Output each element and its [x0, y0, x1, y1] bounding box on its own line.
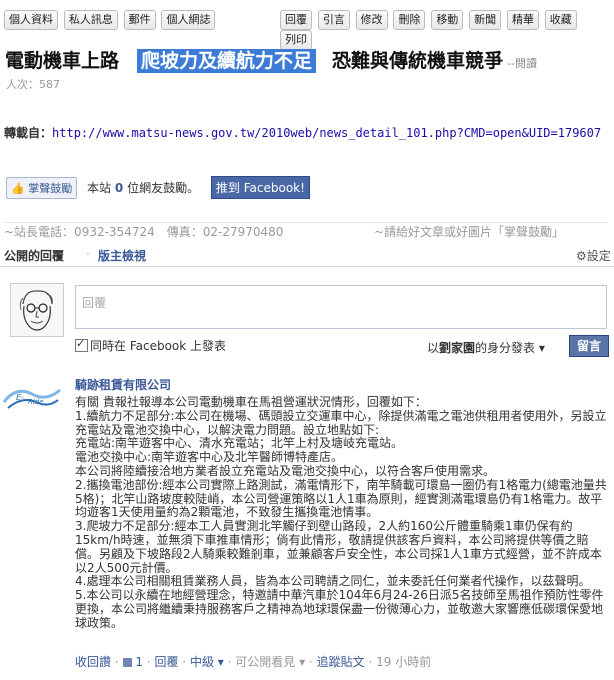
applause-count-text: 本站 0 位網友鼓勵。	[87, 179, 199, 196]
like-bar: 👍 掌聲鼓勵 本站 0 位網友鼓勵。 推到 Facebook!	[6, 176, 310, 199]
post-body: 有關 貴報社報導本公司電動機車在馬祖營運狀況情形，回覆如下： 1.續航力不足部分…	[75, 395, 611, 631]
repost-source: 轉載自：http://www.matsu-news.gov.tw/2010web…	[4, 124, 610, 143]
view-count: 人次：587	[6, 78, 60, 91]
mail-button[interactable]: 郵件	[123, 10, 156, 30]
visibility-dropdown[interactable]: 可公開看見 ▾	[235, 655, 305, 669]
tab-public-comments[interactable]: 公開的回覆	[4, 247, 64, 264]
post-paragraph: 本公司將陸續接洽地方業者設立充電站及電池交換中心，以符合客戶使用需求。	[75, 463, 496, 478]
post-author[interactable]: 騎跡租賃有限公司	[75, 376, 171, 393]
post-paragraph: 電池交換中心:南竿遊客中心及北竿醫師博特產店。	[75, 450, 344, 465]
avatar	[10, 283, 64, 337]
tab-admin-view[interactable]: 版主檢視	[98, 247, 146, 264]
company-logo-icon: E- Ride	[2, 382, 62, 414]
settings-link[interactable]: ⚙設定	[576, 247, 611, 264]
applause-button[interactable]: 👍 掌聲鼓勵	[6, 176, 78, 199]
blog-button[interactable]: 個人網誌	[161, 10, 216, 30]
svg-text:Ride: Ride	[28, 398, 44, 406]
title-right: 恐難與傳統機車競爭	[332, 50, 504, 72]
featured-button[interactable]: 精華	[506, 10, 539, 30]
svg-text:E-: E-	[16, 393, 24, 402]
post-paragraph: 3.爬坡力不足部分:經本工人員實測北竿觸仔到壁山路段，2人約160公斤體重騎乘1…	[75, 519, 602, 575]
profile-button[interactable]: 個人資料	[4, 10, 58, 30]
follow-post-link[interactable]: 追蹤貼文	[317, 655, 365, 669]
repost-label: 轉載自：	[4, 126, 53, 140]
title-highlight: 爬坡力及續航力不足	[137, 49, 317, 73]
title-left: 電動機車上路	[5, 50, 120, 72]
post-as-selector[interactable]: 以劉家園的身分發表 ▾	[427, 339, 545, 356]
also-post-facebook-label: 同時在 Facebook 上發表	[90, 339, 227, 353]
toolbar-left-group: 個人資料 私人訊息 郵件 個人網誌	[4, 10, 217, 30]
avatar-sketch-icon	[11, 284, 63, 336]
level-dropdown[interactable]: 中級 ▾	[190, 655, 224, 669]
unlike-link[interactable]: 收回讚	[75, 655, 111, 669]
comment-input[interactable]: 回覆	[75, 285, 607, 329]
post-paragraph: 2.攜換電池部份:經本公司實際上路測試，滿電情形下，南竿騎載可環島一圈仍有1格電…	[75, 477, 607, 520]
move-button[interactable]: 移動	[431, 10, 464, 30]
contact-request: ~請給好文章或好圖片「掌聲鼓勵」	[374, 225, 565, 239]
applause-suffix: 位網友鼓勵。	[127, 181, 200, 195]
submit-comment-button[interactable]: 留言	[569, 335, 609, 357]
thumbs-up-icon: 👍	[11, 181, 25, 195]
reply-button[interactable]: 回覆	[280, 10, 312, 30]
post-timestamp: 19 小時前	[376, 655, 432, 669]
like-count[interactable]: 1	[135, 655, 143, 669]
article-title: 電動機車上路 爬坡力及續航力不足 恐難與傳統機車競爭 --閱讀	[5, 46, 614, 73]
post-paragraph: 1.續航力不足部分:本公司在機場、碼頭設立交運車中心，除提供滿電之電池供租用者使…	[75, 408, 607, 437]
post-as-suffix: 的身分發表 ▾	[475, 341, 545, 355]
applause-count: 0	[114, 181, 124, 195]
post-paragraph: 有關 貴報社報導本公司電動機車在馬祖營運狀況情形，回覆如下：	[75, 395, 427, 409]
top-toolbar: 個人資料 私人訊息 郵件 個人網誌 回覆 引言 修改 刪除 移動 新聞 精華 收…	[0, 7, 614, 50]
comments-header: 公開的回覆 · 版主檢視 ⚙設定	[0, 244, 614, 267]
quote-button[interactable]: 引言	[317, 10, 350, 30]
also-post-facebook-checkbox[interactable]: ✓	[75, 337, 88, 352]
post-actions: 收回讚 · 1 · 回覆 · 中級 ▾ · 可公開看見 ▾ · 追蹤貼文 · 1…	[75, 655, 432, 669]
contact-line: ~站長電話：0932-354724 傳真：02-27970480 ~請給好文章或…	[4, 222, 608, 239]
contact-phone: ~站長電話：0932-354724 傳真：02-27970480	[4, 225, 284, 239]
like-thumb-icon	[122, 658, 132, 667]
private-message-button[interactable]: 私人訊息	[63, 10, 118, 30]
tab-separator: ·	[86, 247, 90, 261]
read-tail: --閱讀	[507, 57, 537, 70]
checkmark-icon: ✓	[76, 337, 86, 350]
gear-icon: ⚙	[576, 249, 587, 263]
settings-label: 設定	[586, 249, 611, 263]
post-as-prefix: 以	[427, 341, 440, 355]
edit-button[interactable]: 修改	[355, 10, 388, 30]
post-options-row: ✓ 同時在 Facebook 上發表 以劉家園的身分發表 ▾ 留言	[75, 335, 611, 357]
post-paragraph: 5.本公司以永續在地經營理念，特邀請中華汽車於104年6月24-26日派5名技師…	[75, 588, 604, 630]
toolbar-right-group: 回覆 引言 修改 刪除 移動 新聞 精華 收藏 列印	[280, 10, 614, 50]
reply-link[interactable]: 回覆	[154, 655, 178, 669]
applause-prefix: 本站	[87, 181, 112, 195]
delete-button[interactable]: 刪除	[393, 10, 426, 30]
bookmark-button[interactable]: 收藏	[544, 10, 577, 30]
repost-link[interactable]: http://www.matsu-news.gov.tw/2010web/new…	[52, 126, 601, 140]
post-as-user: 劉家園	[439, 341, 476, 355]
share-facebook-button[interactable]: 推到 Facebook!	[210, 176, 310, 199]
news-button[interactable]: 新聞	[469, 10, 502, 30]
applause-label: 掌聲鼓勵	[28, 181, 73, 195]
